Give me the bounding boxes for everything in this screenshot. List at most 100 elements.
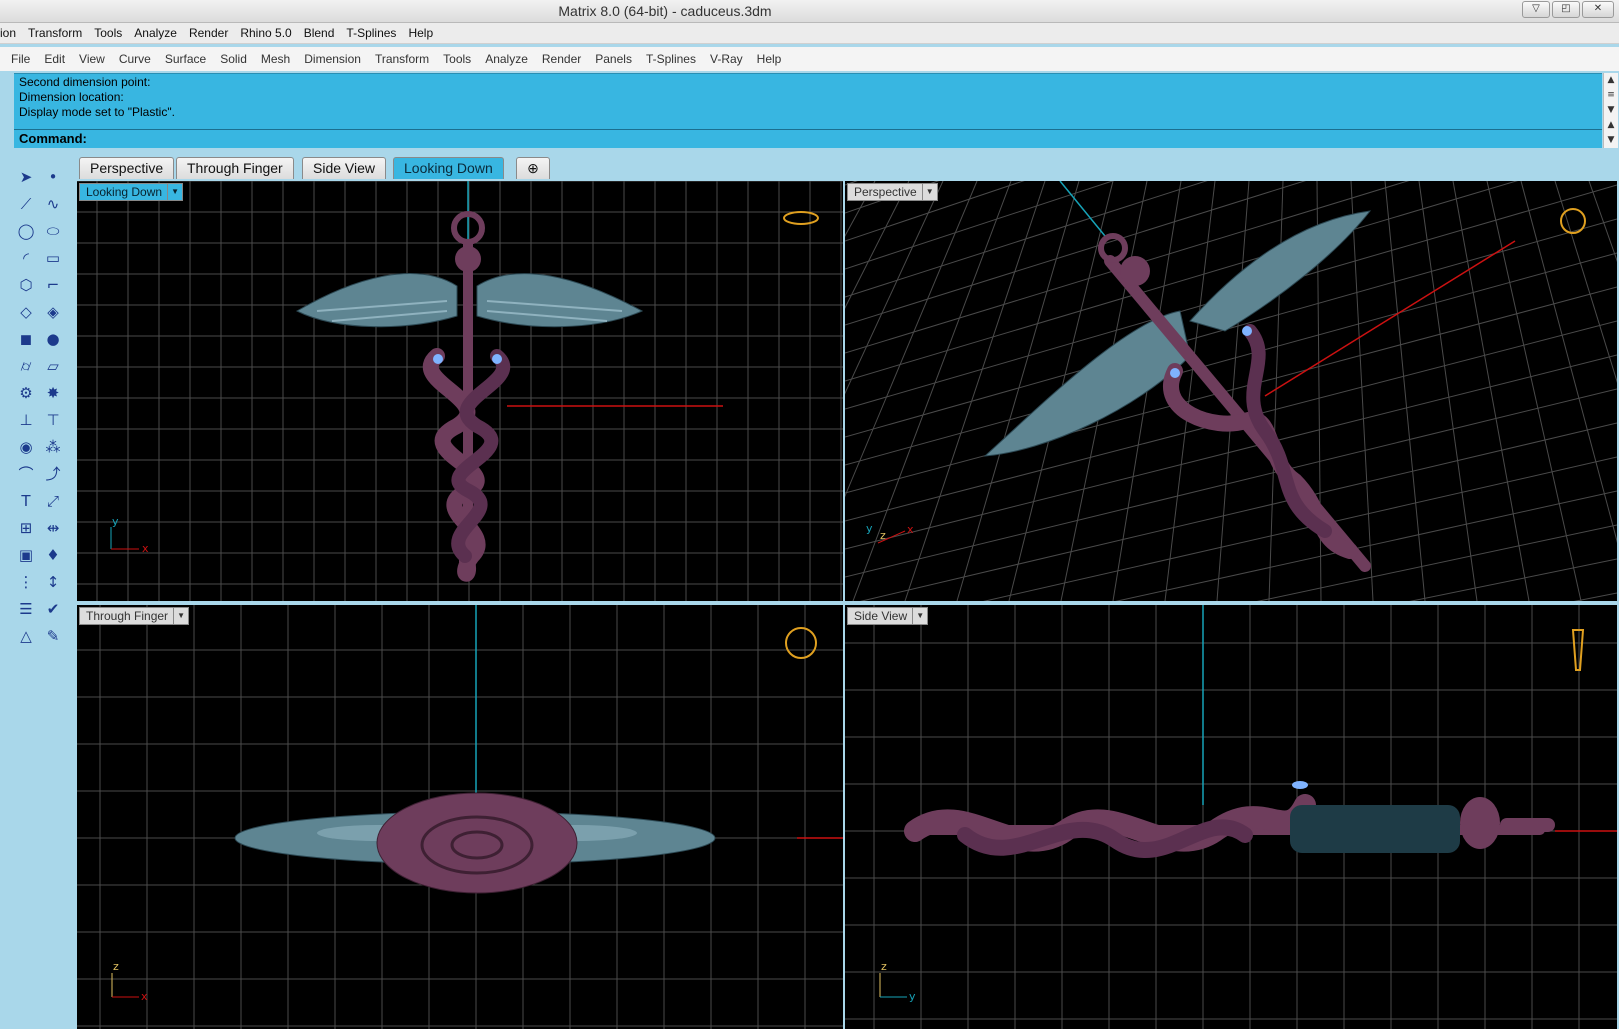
check-icon[interactable]: ✔ (41, 597, 65, 621)
sphere-icon[interactable]: ● (41, 327, 65, 351)
chevron-down-icon[interactable]: ▼ (912, 608, 927, 624)
menu-help-2[interactable]: Help (750, 47, 789, 71)
align-icon[interactable]: ⊤ (41, 408, 65, 432)
scroll-down-icon[interactable]: ▼ (1604, 103, 1618, 118)
text-icon[interactable]: T (14, 489, 38, 513)
curve-edit-icon[interactable]: ⤴ (41, 462, 65, 486)
history-line: Display mode set to "Plastic". (19, 105, 175, 119)
render-icon[interactable]: ▣ (14, 543, 38, 567)
menu-help[interactable]: Help (402, 23, 439, 43)
grid-line (1573, 592, 1617, 601)
menu-vray[interactable]: V-Ray (703, 47, 750, 71)
menu-analyze-2[interactable]: Analyze (478, 47, 535, 71)
gear-icon[interactable]: ⚙ (14, 381, 38, 405)
fillet-icon[interactable]: ⌐ (41, 273, 65, 297)
dimension-icon[interactable]: ⊥ (14, 408, 38, 432)
viewport-label-looking-down[interactable]: Looking Down ▼ (79, 183, 184, 201)
chevron-down-icon[interactable]: ▼ (921, 184, 937, 200)
viewport-label-through-finger[interactable]: Through Finger ▼ (79, 607, 190, 625)
group-icon[interactable]: ⁂ (41, 435, 65, 459)
pipe-icon[interactable]: ⌒ (14, 462, 38, 486)
menu-transform-2[interactable]: Transform (368, 47, 436, 71)
viewport-through-finger[interactable]: z x Through Finger ▼ (77, 605, 843, 1029)
scroll-up-icon[interactable]: ▲ (1604, 118, 1618, 133)
grid-icon[interactable]: ⋮ (14, 570, 38, 594)
shapes-icon[interactable]: △ (14, 624, 38, 648)
menu-tools-2[interactable]: Tools (436, 47, 478, 71)
plus-icon: ⊕ (527, 160, 539, 176)
viewport-label-side-view[interactable]: Side View ▼ (847, 607, 929, 625)
menu-analyze[interactable]: Analyze (128, 23, 183, 43)
menu-item[interactable]: ion (0, 23, 22, 43)
height-icon[interactable]: ↕ (41, 570, 65, 594)
grid-line (845, 181, 1208, 298)
menu-file[interactable]: File (4, 47, 37, 71)
explode-icon[interactable]: ✸ (41, 381, 65, 405)
circle-icon[interactable]: ◯ (14, 219, 38, 243)
curve-points-icon[interactable]: ∿ (41, 192, 65, 216)
menu-tsplines[interactable]: T-Splines (340, 23, 402, 43)
grid-line (845, 181, 944, 395)
menu-mesh[interactable]: Mesh (254, 47, 297, 71)
boolean-icon[interactable]: ◉ (14, 435, 38, 459)
paint-icon[interactable]: ✎ (41, 624, 65, 648)
edit-surface-icon[interactable]: ◈ (41, 300, 65, 324)
chevron-down-icon[interactable]: ▼ (173, 608, 188, 624)
menu-curve[interactable]: Curve (112, 47, 158, 71)
chevron-down-icon[interactable]: ▼ (167, 184, 182, 200)
cylinder-icon[interactable]: ⌭ (14, 354, 38, 378)
history-line: Dimension location: (19, 90, 124, 104)
rectangle-icon[interactable]: ▭ (41, 246, 65, 270)
tab-looking-down[interactable]: Looking Down (393, 157, 504, 179)
menu-view[interactable]: View (72, 47, 112, 71)
menu-blend[interactable]: Blend (298, 23, 341, 43)
menu-solid[interactable]: Solid (213, 47, 254, 71)
axis-label-x: x (141, 990, 148, 1003)
mirror-icon[interactable]: ⇹ (41, 516, 65, 540)
menu-render-2[interactable]: Render (535, 47, 588, 71)
tab-side-view[interactable]: Side View (302, 157, 387, 179)
viewport-label-perspective[interactable]: Perspective ▼ (847, 183, 938, 201)
ellipse-icon[interactable]: ⬭ (41, 219, 65, 243)
menu-tsplines-2[interactable]: T-Splines (639, 47, 703, 71)
menu-panels[interactable]: Panels (588, 47, 639, 71)
restore-button[interactable]: ◰ (1552, 1, 1580, 18)
history-line: Second dimension point: (19, 75, 151, 89)
viewport-looking-down[interactable]: y x Looking Down ▼ (77, 181, 843, 601)
viewport-side-view[interactable]: z y Side View ▼ (845, 605, 1617, 1029)
tab-through-finger[interactable]: Through Finger (176, 157, 294, 179)
surface-icon[interactable]: ◇ (14, 300, 38, 324)
command-input[interactable]: Command: (14, 129, 1602, 148)
minimize-button[interactable]: ▽ (1522, 1, 1550, 18)
viewport-perspective[interactable]: y z x Perspective ▼ (845, 181, 1617, 601)
tab-perspective[interactable]: Perspective (79, 157, 175, 179)
close-button[interactable]: ✕ (1582, 1, 1614, 18)
array-icon[interactable]: ⊞ (14, 516, 38, 540)
polygon-icon[interactable]: ⬡ (14, 273, 38, 297)
menu-tools[interactable]: Tools (88, 23, 128, 43)
scroll-up-icon[interactable]: ▲ (1604, 73, 1618, 88)
scroll-thumb-icon[interactable]: ≡ (1604, 88, 1618, 103)
scroll-down-icon[interactable]: ▼ (1604, 133, 1618, 148)
menu-surface[interactable]: Surface (158, 47, 213, 71)
plane-icon[interactable]: ▱ (41, 354, 65, 378)
scale-icon[interactable]: ⤢ (41, 489, 65, 513)
menu-render[interactable]: Render (183, 23, 234, 43)
viewport-title: Perspective (854, 185, 917, 199)
menu-rhino[interactable]: Rhino 5.0 (234, 23, 297, 43)
layers-icon[interactable]: ☰ (14, 597, 38, 621)
viewport-title: Through Finger (86, 609, 169, 623)
perspective-scene: y z x (845, 181, 1617, 601)
add-tab-button[interactable]: ⊕ (516, 157, 550, 179)
menu-transform[interactable]: Transform (22, 23, 88, 43)
polyline-icon[interactable]: ⟋ (14, 192, 38, 216)
arc-icon[interactable]: ◜ (14, 246, 38, 270)
matrix-menu-bar: ion Transform Tools Analyze Render Rhino 5.0 B… (0, 23, 1619, 44)
gems-icon[interactable]: ♦ (41, 543, 65, 567)
menu-dimension[interactable]: Dimension (297, 47, 368, 71)
box-icon[interactable]: ◼ (14, 327, 38, 351)
select-arrow-icon[interactable]: ➤ (14, 165, 38, 189)
point-icon[interactable]: • (41, 165, 65, 189)
history-scrollbar[interactable]: ▲ ≡ ▼ ▲ ▼ (1603, 73, 1618, 148)
menu-edit[interactable]: Edit (37, 47, 72, 71)
